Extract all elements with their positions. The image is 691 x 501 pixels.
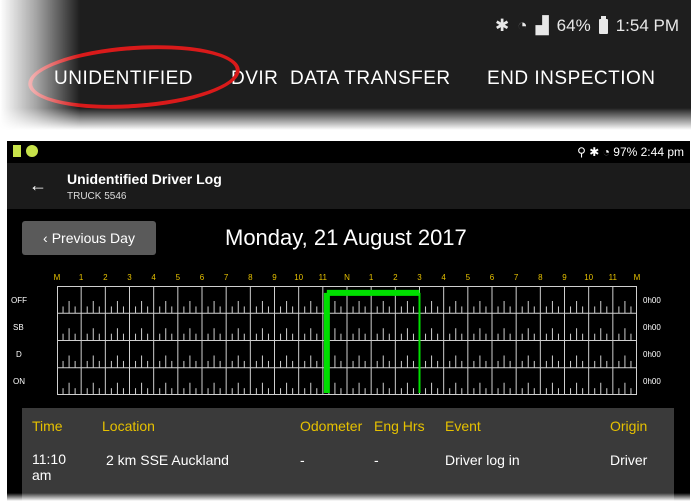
notification-icon (26, 145, 38, 157)
chevron-left-icon: ‹ (43, 230, 48, 246)
wifi-icon: ◔ (517, 16, 528, 35)
sim-icon (13, 145, 21, 157)
system-status-bar: ⚲ ✱ ◔ 97% 2:44 pm (7, 141, 690, 163)
duty-label-on: ON (13, 377, 25, 386)
hour-label: 2 (103, 273, 108, 282)
bottom-edge-fade (0, 493, 691, 501)
wifi-icon: ◔ (602, 145, 610, 159)
hour-label: 3 (417, 273, 422, 282)
col-time: Time (32, 418, 63, 434)
col-odometer: Odometer (300, 418, 363, 434)
hour-label: 10 (294, 273, 304, 282)
duty-log-graph (57, 286, 637, 395)
cell-location: 2 km SSE Auckland (106, 452, 229, 468)
col-event: Event (445, 418, 481, 434)
cell-event: Driver log in (445, 452, 520, 468)
bottom-screenshot: ⚲ ✱ ◔ 97% 2:44 pm ← Unidentified Driver … (7, 141, 690, 501)
bluetooth-icon: ✱ (495, 16, 510, 35)
hour-label: 11 (318, 273, 327, 282)
bottom-fade (0, 108, 691, 130)
col-eng-hrs: Eng Hrs (374, 418, 425, 434)
hour-label: 5 (175, 273, 181, 282)
battery-icon (598, 15, 608, 34)
previous-day-label: Previous Day (51, 230, 135, 246)
total-off: 0h00 (643, 296, 661, 305)
log-date: Monday, 21 August 2017 (225, 225, 467, 250)
signal-icon: ▟ (535, 16, 549, 35)
cell-odometer: - (300, 452, 305, 468)
hour-label: 3 (127, 273, 132, 282)
hour-label: M (633, 273, 641, 282)
status-text: 97% 2:44 pm (613, 145, 684, 159)
truck-subtitle: TRUCK 5546 (67, 191, 127, 202)
hour-label: 1 (368, 273, 374, 282)
hour-label: M (53, 273, 61, 282)
duty-label-off: OFF (11, 296, 27, 305)
previous-day-button[interactable]: ‹ Previous Day (22, 221, 156, 255)
hour-label: 9 (272, 273, 277, 282)
total-sb: 0h00 (643, 323, 661, 332)
hour-label: 2 (393, 273, 398, 282)
log-content: ‹ Previous Day Monday, 21 August 2017 M 1… (7, 209, 690, 501)
page-title: Unidentified Driver Log (67, 171, 222, 187)
hour-label: 1 (78, 273, 84, 282)
cell-time: 11:10 am (32, 451, 66, 483)
hour-label: 8 (248, 273, 253, 282)
tab-data-transfer[interactable]: DATA TRANSFER (290, 68, 451, 90)
hour-label: 4 (151, 273, 156, 282)
col-location: Location (102, 418, 155, 434)
hour-label: 7 (223, 273, 229, 282)
duty-label-d: D (16, 350, 22, 359)
total-d: 0h00 (643, 350, 661, 359)
hour-label: 4 (441, 273, 446, 282)
back-arrow-icon[interactable]: ← (29, 175, 47, 196)
hour-label: 9 (562, 273, 567, 282)
app-bar: ← Unidentified Driver Log TRUCK 5546 (7, 163, 690, 209)
top-screenshot: ✱ ◔ ▟ 64% 1:54 PM UNIDENTIFIED DVIR DATA… (0, 0, 691, 130)
hour-label: 6 (199, 273, 205, 282)
top-status-bar: ✱ ◔ ▟ 64% 1:54 PM (495, 14, 679, 38)
hour-label: N (344, 273, 350, 282)
hour-label: 7 (513, 273, 519, 282)
hour-label: 8 (538, 273, 543, 282)
col-origin: Origin (610, 418, 648, 434)
hour-label: 5 (465, 273, 471, 282)
tab-end-inspection[interactable]: END INSPECTION (487, 68, 656, 90)
clock: 1:54 PM (615, 16, 679, 35)
total-on: 0h00 (643, 377, 661, 386)
hour-labels: M 1 2 3 4 5 6 7 8 9 10 11 N 1 2 3 4 5 6 7 8 9 10 11 M (7, 273, 690, 287)
cell-eng-hrs: - (374, 452, 379, 468)
location-icon: ⚲ (577, 145, 586, 159)
bluetooth-icon: ✱ (589, 145, 600, 159)
hour-label: 6 (489, 273, 495, 282)
hour-label: 10 (584, 273, 594, 282)
duty-label-sb: SB (13, 323, 24, 332)
hour-label: 11 (608, 273, 617, 282)
battery-percent: 64% (556, 16, 591, 35)
events-table: Time Location Odometer Eng Hrs Event Ori… (22, 408, 674, 501)
cell-origin: Driver (610, 452, 648, 468)
